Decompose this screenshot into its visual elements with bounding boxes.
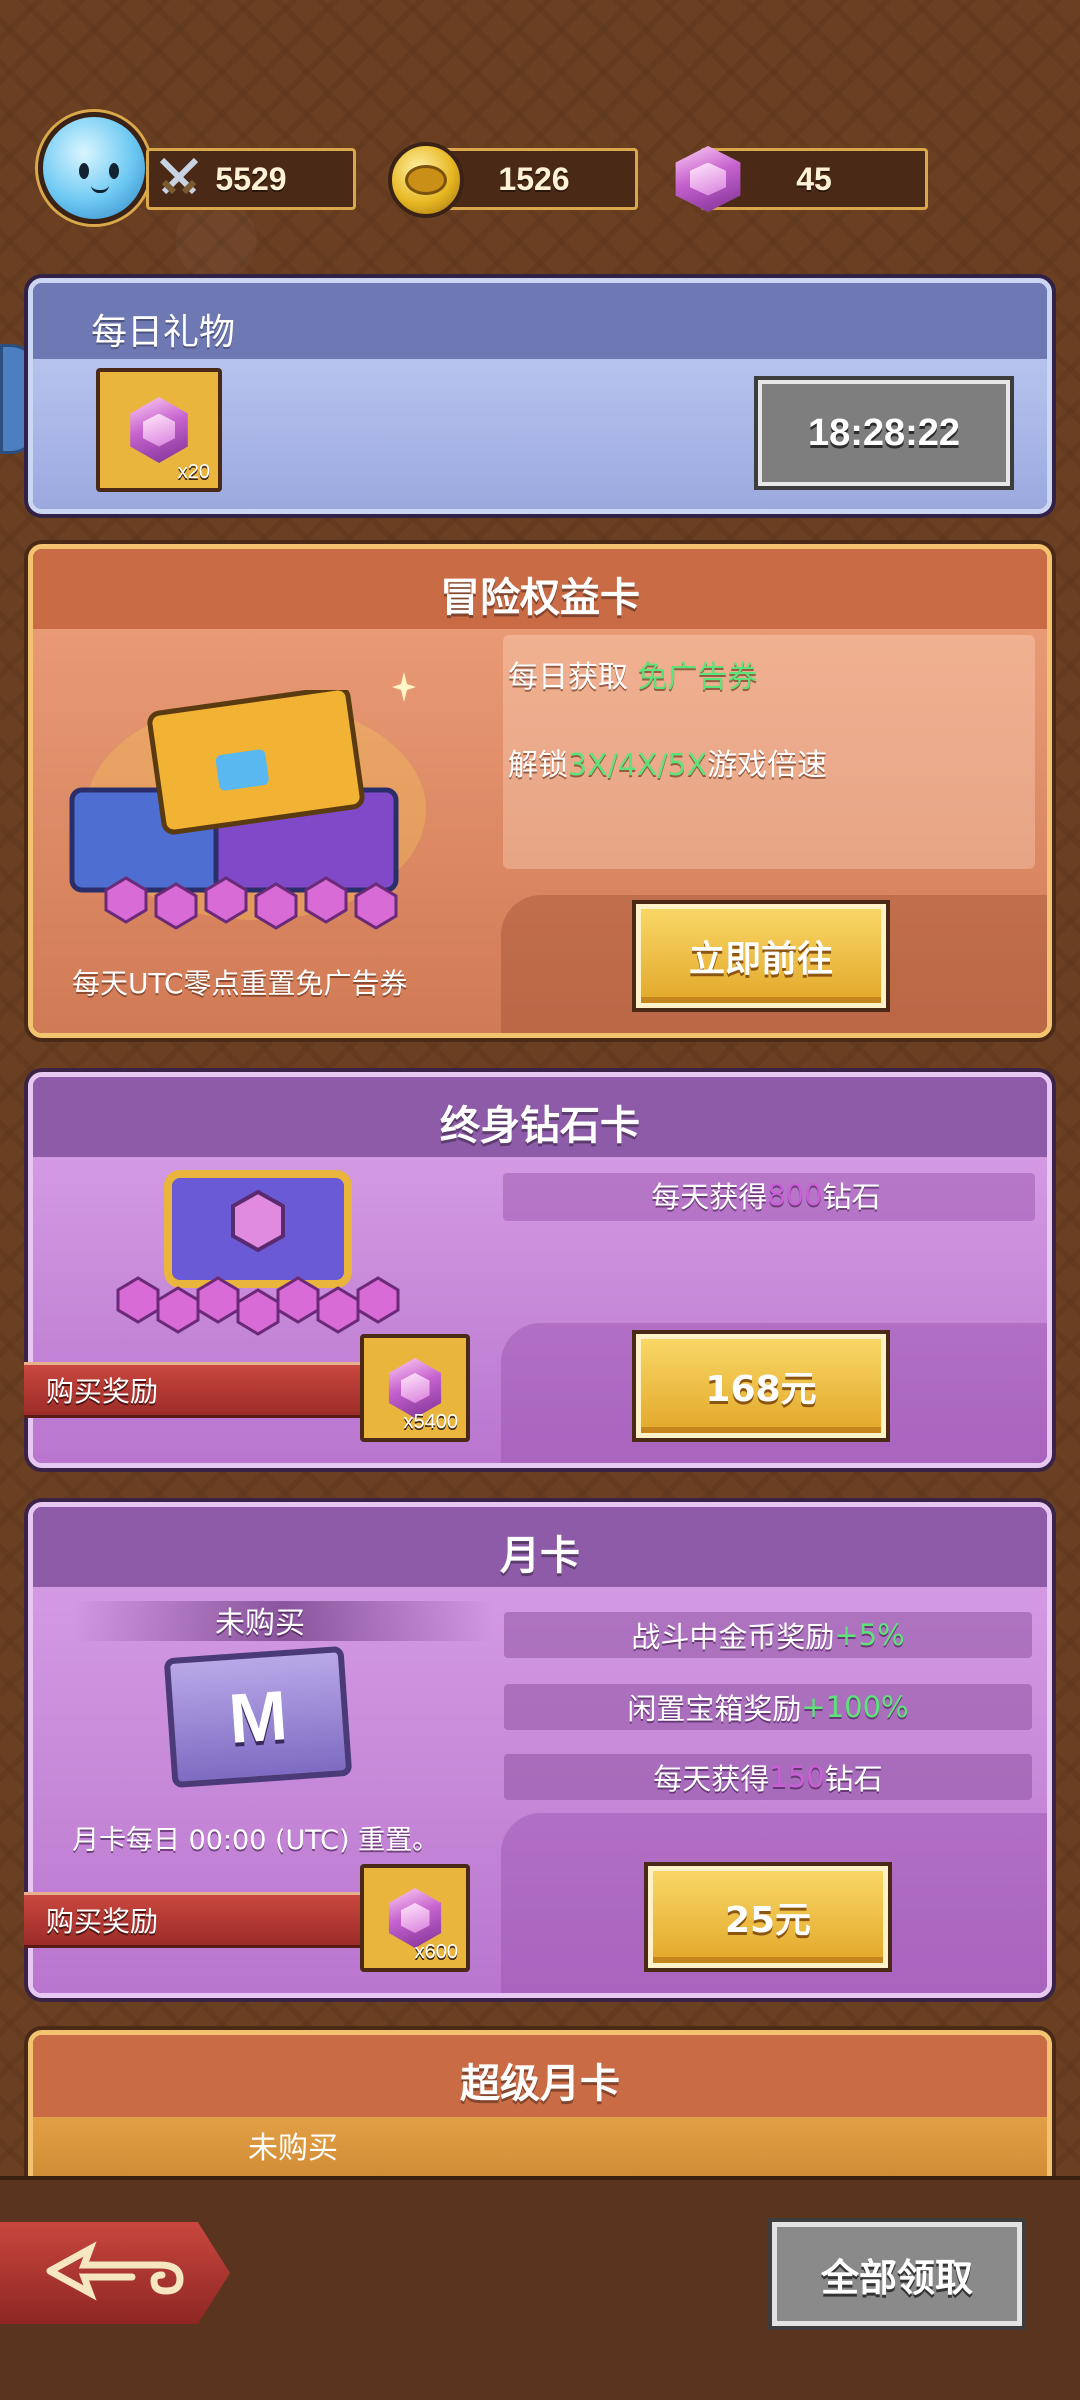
back-button[interactable] [0, 2222, 230, 2324]
super-monthly-card-title: 超级月卡 [460, 2061, 620, 2107]
monthly-purchase-reward-ribbon: 购买奖励 [24, 1892, 364, 1948]
crossed-swords-icon [154, 152, 204, 202]
daily-gift-title: 每日礼物 [91, 312, 236, 353]
monthly-reset-note: 月卡每日 00:00 (UTC) 重置。 [72, 1825, 440, 1856]
adventure-reset-note: 每天UTC零点重置免广告券 [72, 967, 408, 1000]
adventure-benefit-2: 解锁3X/4X/5X游戏倍速 [508, 748, 828, 783]
timer-value: 18:28:22 [807, 411, 961, 454]
monthly-benefit-1: 战斗中金币奖励 +5% [504, 1612, 1032, 1658]
avatar-eye-left [79, 163, 89, 179]
adventure-chests-illustration [66, 685, 436, 930]
reward-quantity: x600 [414, 1941, 458, 1963]
adventure-benefit-1: 每日获取 免广告券 [508, 660, 758, 695]
coins-value: 1526 [498, 160, 570, 197]
claim-all-button[interactable]: 全部领取 [772, 2222, 1022, 2326]
lifetime-purchase-reward-ribbon: 购买奖励 [24, 1362, 364, 1418]
gems-value: 45 [796, 160, 832, 197]
avatar-mouth [91, 185, 109, 193]
sparkle-icon [392, 672, 416, 702]
gem-icon [388, 1888, 442, 1948]
daily-gift-timer: 18:28:22 [758, 380, 1010, 486]
monthly-card-status: 未购买 [215, 1606, 305, 1641]
avatar-eye-right [109, 163, 119, 179]
diamond-chest-illustration [108, 1170, 408, 1340]
super-monthly-card-status: 未购买 [248, 2131, 338, 2166]
adventure-go-button[interactable]: 立即前往 [636, 904, 886, 1008]
reward-quantity: x20 [177, 461, 210, 483]
reward-quantity: x5400 [403, 1411, 459, 1433]
power-value: 5529 [215, 160, 287, 197]
lifetime-buy-button[interactable]: 168元 [636, 1334, 886, 1438]
monthly-reward-slot[interactable]: x600 [360, 1864, 470, 1972]
lifetime-card-title: 终身钻石卡 [440, 1103, 640, 1149]
monthly-benefit-2: 闲置宝箱奖励 +100% [504, 1684, 1032, 1730]
daily-gift-reward-slot[interactable]: x20 [96, 368, 222, 492]
monthly-card-image: M [163, 1645, 353, 1789]
monthly-card-title: 月卡 [500, 1533, 580, 1579]
player-avatar[interactable] [38, 112, 150, 224]
back-arrow-icon [40, 2241, 190, 2305]
adventure-card-title: 冒险权益卡 [440, 575, 640, 621]
card-letter: M [226, 1676, 290, 1758]
coin-icon [388, 142, 464, 218]
lifetime-reward-slot[interactable]: x5400 [360, 1334, 470, 1442]
lifetime-benefit: 每天获得 800 钻石 [651, 1178, 881, 1214]
monthly-buy-button[interactable]: 25元 [648, 1866, 888, 1968]
gem-icon [130, 397, 188, 463]
monthly-benefit-3: 每天获得 150 钻石 [504, 1754, 1032, 1800]
gem-icon [388, 1358, 442, 1418]
